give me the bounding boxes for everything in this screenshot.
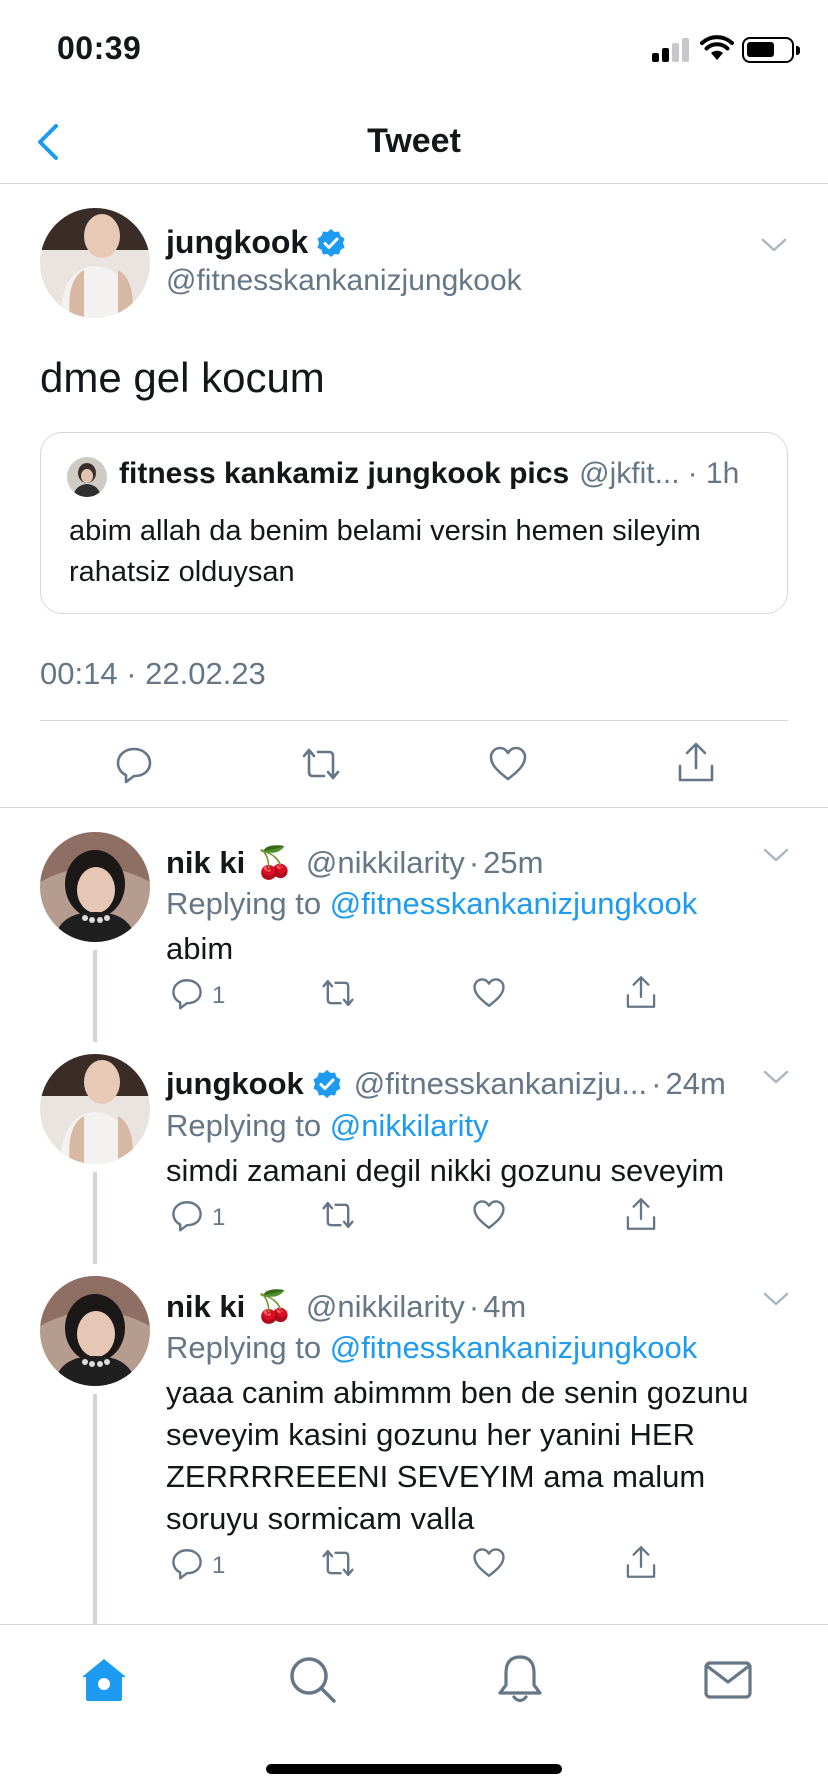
reply-actions: 1 (166, 974, 666, 1014)
reply-tweet[interactable]: nik ki 🍒 @nikkilarity · 4m Replying to @… (0, 1276, 828, 1624)
reply-icon[interactable] (170, 1198, 204, 1232)
reply-time: 4m (483, 1288, 527, 1324)
chevron-down-icon[interactable] (762, 1068, 790, 1086)
replying-to-prefix: Replying to (166, 1108, 322, 1143)
bell-icon[interactable] (492, 1651, 548, 1707)
chevron-down-icon[interactable] (762, 846, 790, 864)
retweet-icon[interactable] (318, 1198, 358, 1232)
reply-author-name[interactable]: nik ki (166, 845, 245, 881)
reply-count: 1 (212, 982, 226, 1009)
quote-text: abim allah da benim belami versin hemen … (69, 515, 701, 588)
reply-icon[interactable] (114, 744, 154, 784)
reply-tweet[interactable]: jungkook @fitnesskankanizju... · 24m Rep… (0, 1054, 828, 1264)
verified-badge-icon (317, 228, 345, 257)
search-icon[interactable] (284, 1651, 340, 1707)
retweet-icon[interactable] (298, 744, 344, 784)
heart-icon[interactable] (488, 744, 528, 784)
quote-author-handle: @jkfit... (579, 457, 680, 490)
retweet-icon[interactable] (318, 1546, 358, 1580)
replying-to-prefix: Replying to (166, 1330, 322, 1365)
reply-icon[interactable] (170, 1546, 204, 1580)
replying-to: Replying to @nikkilarity (166, 1108, 489, 1144)
reply-author-handle[interactable]: @nikkilarity (306, 1289, 465, 1325)
author-name[interactable]: jungkook (166, 224, 308, 261)
thread-line (93, 1172, 97, 1264)
share-icon[interactable] (624, 1544, 658, 1580)
reply-text: abim (166, 931, 234, 966)
chevron-down-icon[interactable] (762, 1290, 790, 1308)
status-time: 00:39 (57, 30, 142, 66)
cellular-signal-icon (652, 38, 690, 62)
avatar[interactable] (40, 832, 150, 942)
share-icon[interactable] (624, 974, 658, 1010)
reply-author-handle[interactable]: @nikkilarity (306, 845, 465, 881)
separator-dot: · (651, 1066, 662, 1101)
reply-author-name[interactable]: nik ki (166, 1289, 245, 1325)
replying-to-link[interactable]: @fitnesskankanizjungkook (330, 886, 698, 921)
separator-dot: · (468, 844, 480, 880)
replying-to-prefix: Replying to (166, 886, 322, 921)
reply-icon[interactable] (170, 976, 204, 1010)
replying-to: Replying to @fitnesskankanizjungkook (166, 1330, 697, 1366)
reply-author-handle[interactable]: @fitnesskankanizju... (354, 1066, 647, 1102)
share-icon[interactable] (624, 1196, 658, 1232)
cherry-emoji: 🍒 (255, 845, 294, 880)
heart-icon[interactable] (472, 976, 506, 1010)
mail-icon[interactable] (700, 1651, 756, 1707)
reply-actions: 1 (166, 1196, 666, 1236)
reply-count: 1 (212, 1204, 226, 1231)
status-bar: 00:39 (0, 0, 828, 100)
replying-to-link[interactable]: @fitnesskankanizjungkook (330, 1330, 698, 1365)
thread-line (93, 950, 97, 1042)
quote-author-name: fitness kankamiz jungkook pics (119, 457, 570, 490)
home-icon[interactable] (76, 1651, 132, 1707)
heart-icon[interactable] (472, 1546, 506, 1580)
wifi-icon (700, 35, 734, 60)
reply-actions: 1 (166, 1544, 666, 1584)
verified-badge-icon (313, 1070, 341, 1098)
chevron-down-icon[interactable] (760, 236, 788, 254)
avatar[interactable] (40, 208, 150, 318)
share-icon[interactable] (676, 740, 716, 784)
battery-icon (742, 37, 800, 63)
reply-tweet[interactable]: nik ki 🍒 @nikkilarity · 25m Replying to … (0, 832, 828, 1042)
tweet-timestamp: 00:14 · 22.02.23 (40, 656, 266, 691)
page-title: Tweet (367, 122, 461, 160)
quoted-tweet[interactable]: fitness kankamiz jungkook pics @jkfit...… (40, 432, 788, 614)
separator-dot: · (468, 1288, 480, 1324)
replying-to-link[interactable]: @nikkilarity (330, 1108, 489, 1143)
quote-time: · 1h (687, 457, 740, 490)
author-handle[interactable]: @fitnesskankanizjungkook (166, 264, 522, 298)
thread-line (93, 1394, 97, 1624)
heart-icon[interactable] (472, 1198, 506, 1232)
avatar[interactable] (40, 1276, 150, 1386)
home-indicator[interactable] (266, 1764, 562, 1774)
main-tweet: jungkook @fitnesskankanizjungkook dme ge… (0, 184, 828, 808)
cherry-emoji: 🍒 (255, 1289, 294, 1324)
reply-text: yaaa canim abimmm ben de senin gozunu se… (166, 1375, 749, 1536)
reply-count: 1 (212, 1552, 226, 1579)
retweet-icon[interactable] (318, 976, 358, 1010)
reply-author-name[interactable]: jungkook (166, 1066, 304, 1102)
replying-to: Replying to @fitnesskankanizjungkook (166, 886, 697, 922)
tweet-text: dme gel kocum (40, 354, 325, 401)
reply-text: simdi zamani degil nikki gozunu seveyim (166, 1153, 725, 1188)
avatar[interactable] (40, 1054, 150, 1164)
divider (40, 720, 788, 721)
reply-time: 24m (665, 1066, 726, 1101)
quote-avatar (67, 457, 107, 497)
nav-header: Tweet (0, 100, 828, 184)
reply-time: 25m (483, 844, 544, 880)
